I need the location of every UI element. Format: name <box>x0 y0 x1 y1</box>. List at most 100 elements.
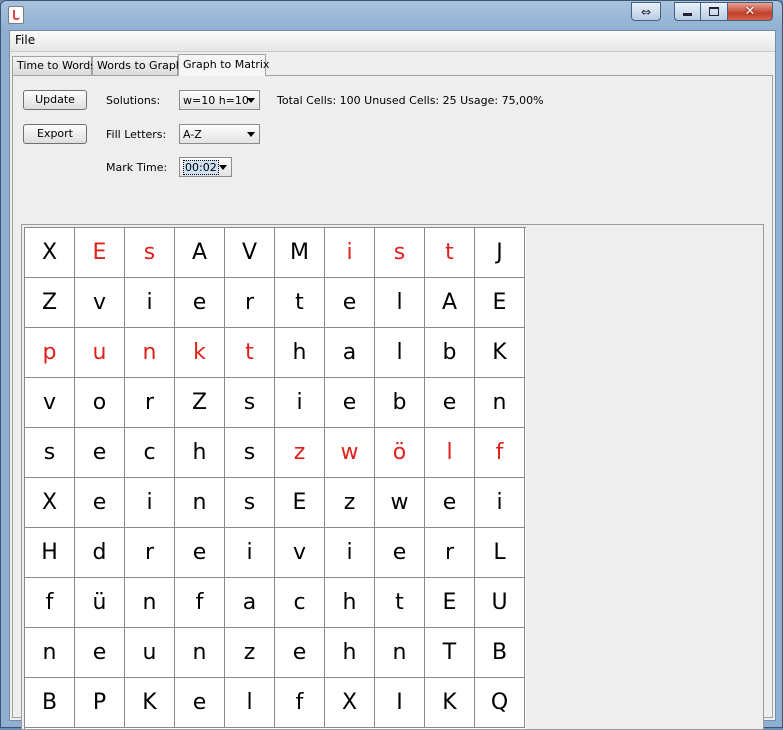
matrix-cell: u <box>125 628 175 678</box>
minimize-icon <box>683 13 692 16</box>
matrix-cell: e <box>175 528 225 578</box>
mark-time-value: 00:02 <box>183 160 219 175</box>
matrix-cell: r <box>125 378 175 428</box>
matrix-cell: L <box>475 528 525 578</box>
matrix-cell: i <box>225 528 275 578</box>
matrix-cell: e <box>175 678 225 728</box>
usage-stats: Total Cells: 100 Unused Cells: 25 Usage:… <box>277 94 544 107</box>
matrix-cell: h <box>275 328 325 378</box>
update-button[interactable]: Update <box>23 90 87 110</box>
matrix-cell: i <box>125 278 175 328</box>
fill-letters-value: A-Z <box>183 128 202 141</box>
matrix-cell: E <box>475 278 525 328</box>
menu-file[interactable]: File <box>13 33 37 47</box>
title-bar[interactable]: ⇔ ✕ <box>1 1 782 29</box>
matrix-cell: r <box>125 528 175 578</box>
matrix-cell: A <box>175 228 225 278</box>
matrix-cell: n <box>125 578 175 628</box>
minimize-button[interactable] <box>674 2 701 21</box>
matrix-cell: M <box>275 228 325 278</box>
matrix-cell: n <box>175 628 225 678</box>
matrix-cell: e <box>425 478 475 528</box>
matrix-cell: o <box>75 378 125 428</box>
matrix-cell: e <box>75 628 125 678</box>
matrix-cell: K <box>475 328 525 378</box>
matrix-cell: s <box>225 378 275 428</box>
matrix-cell: t <box>425 228 475 278</box>
matrix-cell: n <box>475 378 525 428</box>
matrix-cell: r <box>225 278 275 328</box>
matrix-cell: e <box>75 428 125 478</box>
matrix-cell: b <box>375 378 425 428</box>
matrix-cell: Z <box>175 378 225 428</box>
matrix-cell: U <box>475 578 525 628</box>
matrix-cell: J <box>475 228 525 278</box>
matrix-cell: r <box>425 528 475 578</box>
window-resize-button[interactable]: ⇔ <box>631 2 661 21</box>
matrix-cell: A <box>425 278 475 328</box>
matrix-cell: h <box>175 428 225 478</box>
matrix-cell: X <box>25 228 75 278</box>
matrix-cell: h <box>325 628 375 678</box>
matrix-cell: n <box>175 478 225 528</box>
matrix-cell: X <box>325 678 375 728</box>
menu-bar: File <box>10 31 775 52</box>
matrix-cell: i <box>475 478 525 528</box>
matrix-cell: t <box>225 328 275 378</box>
export-button[interactable]: Export <box>23 124 87 144</box>
matrix-cell: l <box>375 278 425 328</box>
matrix-cell: v <box>75 278 125 328</box>
matrix-cell: f <box>175 578 225 628</box>
matrix-cell: s <box>225 428 275 478</box>
client-area: File Time to Words Words to Graph Graph … <box>9 30 776 730</box>
matrix-cell: n <box>375 628 425 678</box>
matrix-cell: i <box>275 378 325 428</box>
matrix-cell: B <box>475 628 525 678</box>
matrix-cell: Q <box>475 678 525 728</box>
matrix-cell: f <box>25 578 75 628</box>
matrix-cell: l <box>425 428 475 478</box>
matrix-cell: w <box>375 478 425 528</box>
letter-matrix: XEsAVMistJZviertelAEpunkthalbKvorZsieben… <box>24 227 526 729</box>
maximize-button[interactable] <box>701 2 728 21</box>
matrix-cell: t <box>375 578 425 628</box>
solutions-value: w=10 h=10 <box>183 94 249 107</box>
chevron-down-icon <box>247 98 255 103</box>
resize-arrows-icon: ⇔ <box>640 4 652 19</box>
tab-graph-to-matrix[interactable]: Graph to Matrix <box>178 54 269 76</box>
mark-time-value-wrap: 00:02 <box>183 160 219 175</box>
matrix-cell: I <box>375 678 425 728</box>
matrix-cell: K <box>125 678 175 728</box>
maximize-icon <box>709 7 719 16</box>
matrix-cell: i <box>325 528 375 578</box>
close-button[interactable]: ✕ <box>728 2 773 21</box>
matrix-cell: E <box>275 478 325 528</box>
matrix-cell: w <box>325 428 375 478</box>
matrix-cell: a <box>325 328 375 378</box>
matrix-cell: T <box>425 628 475 678</box>
matrix-cell: B <box>25 678 75 728</box>
matrix-cell: V <box>225 228 275 278</box>
matrix-cell: l <box>225 678 275 728</box>
matrix-cell: z <box>225 628 275 678</box>
tab-time-to-words[interactable]: Time to Words <box>12 56 96 75</box>
chevron-down-icon <box>247 132 255 137</box>
matrix-cell: i <box>125 478 175 528</box>
matrix-cell: E <box>75 228 125 278</box>
solutions-select[interactable]: w=10 h=10 <box>179 90 260 110</box>
matrix-cell: e <box>175 278 225 328</box>
mark-time-select[interactable]: 00:02 <box>179 157 232 177</box>
fill-letters-select[interactable]: A-Z <box>179 124 260 144</box>
matrix-cell: z <box>275 428 325 478</box>
matrix-cell: h <box>325 578 375 628</box>
matrix-cell: e <box>75 478 125 528</box>
matrix-cell: P <box>75 678 125 728</box>
matrix-cell: l <box>375 328 425 378</box>
matrix-cell: K <box>425 678 475 728</box>
matrix-cell: b <box>425 328 475 378</box>
tab-words-to-graph[interactable]: Words to Graph <box>92 56 183 75</box>
solutions-label: Solutions: <box>106 94 161 107</box>
matrix-cell: a <box>225 578 275 628</box>
mark-time-label: Mark Time: <box>106 161 168 174</box>
matrix-cell: e <box>325 278 375 328</box>
